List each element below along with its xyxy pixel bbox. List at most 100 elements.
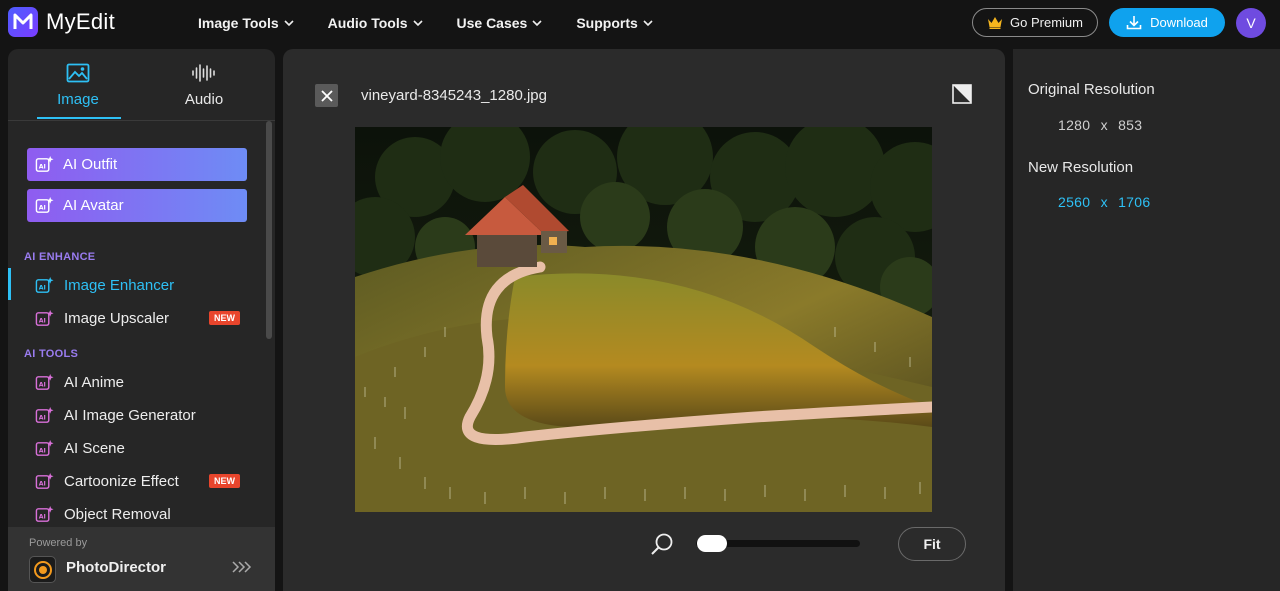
ai-sparkle-icon: AI xyxy=(35,196,54,213)
powered-by-label: Powered by xyxy=(29,537,88,549)
chevron-down-icon xyxy=(284,20,294,27)
sidebar-item-image-enhancer[interactable]: AI Image Enhancer xyxy=(8,270,266,300)
ai-outfit-label: AI Outfit xyxy=(63,156,118,173)
tab-audio[interactable]: Audio xyxy=(159,63,249,108)
close-icon xyxy=(320,89,333,102)
compare-button[interactable] xyxy=(951,83,973,110)
sidebar-item-label: Cartoonize Effect xyxy=(64,472,179,490)
sidebar-item-label: Image Enhancer xyxy=(64,276,175,294)
myedit-logo-icon xyxy=(8,7,38,37)
compare-icon xyxy=(952,84,972,104)
svg-text:AI: AI xyxy=(39,284,46,291)
ai-avatar-button[interactable]: AI AI Avatar xyxy=(27,189,247,222)
user-avatar[interactable]: V xyxy=(1236,8,1266,38)
sidebar-item-label: Object Removal xyxy=(64,505,171,523)
resolution-separator: x xyxy=(1100,117,1108,133)
powered-by-footer[interactable]: Powered by PhotoDirector xyxy=(8,527,275,591)
ai-outfit-button[interactable]: AI AI Outfit xyxy=(27,148,247,181)
nav-image-tools-label: Image Tools xyxy=(198,15,279,31)
sidebar-item-object-removal[interactable]: AI Object Removal xyxy=(8,499,266,529)
new-width: 2560 xyxy=(1058,194,1091,210)
new-badge: NEW xyxy=(209,311,240,325)
tab-image[interactable]: Image xyxy=(33,63,123,108)
sidebar-item-label: Image Upscaler xyxy=(64,309,170,327)
resolution-separator: x xyxy=(1100,194,1108,210)
ai-sparkle-icon: AI xyxy=(35,472,54,489)
nav-image-tools[interactable]: Image Tools xyxy=(198,15,294,31)
ai-sparkle-icon: AI xyxy=(35,505,54,522)
sidebar-item-label: AI Image Generator xyxy=(64,406,196,424)
top-navbar: MyEdit Image Tools Audio Tools Use Cases… xyxy=(0,0,1280,46)
search-icon xyxy=(651,533,673,555)
section-ai-enhance: AI ENHANCE xyxy=(24,251,96,263)
section-ai-tools: AI TOOLS xyxy=(24,348,79,360)
new-badge: NEW xyxy=(209,474,240,488)
new-height: 1706 xyxy=(1118,194,1151,210)
svg-text:AI: AI xyxy=(39,204,46,211)
svg-text:AI: AI xyxy=(39,513,46,520)
sidebar-item-ai-scene[interactable]: AI AI Scene xyxy=(8,433,266,463)
tab-audio-label: Audio xyxy=(184,91,224,108)
main-nav: Image Tools Audio Tools Use Cases Suppor… xyxy=(198,15,687,31)
nav-audio-tools[interactable]: Audio Tools xyxy=(328,15,423,31)
zoom-slider-thumb[interactable] xyxy=(697,535,727,552)
zoom-button[interactable] xyxy=(650,532,674,561)
vineyard-photo xyxy=(355,127,932,512)
ai-avatar-label: AI Avatar xyxy=(63,197,124,214)
svg-text:AI: AI xyxy=(39,381,46,388)
editor-canvas: vineyard-8345243_1280.jpg Fit xyxy=(283,49,1005,591)
tab-image-label: Image xyxy=(57,91,99,108)
ai-sparkle-icon: AI xyxy=(35,309,54,326)
sidebar-item-label: AI Scene xyxy=(64,439,125,457)
sidebar-item-label: AI Anime xyxy=(64,373,125,391)
ai-sparkle-icon: AI xyxy=(35,406,54,423)
nav-supports[interactable]: Supports xyxy=(576,15,653,31)
nav-use-cases[interactable]: Use Cases xyxy=(457,15,543,31)
original-width: 1280 xyxy=(1058,117,1091,133)
audio-waveform-icon xyxy=(192,64,215,82)
nav-supports-label: Supports xyxy=(576,15,638,31)
chevron-down-icon xyxy=(532,20,542,27)
svg-text:AI: AI xyxy=(39,447,46,454)
svg-text:AI: AI xyxy=(39,163,46,170)
sidebar-item-ai-anime[interactable]: AI AI Anime xyxy=(8,367,266,397)
svg-text:AI: AI xyxy=(39,414,46,421)
nav-use-cases-label: Use Cases xyxy=(456,15,528,31)
close-button[interactable] xyxy=(315,84,338,107)
go-premium-button[interactable]: Go Premium xyxy=(972,8,1098,37)
media-tabs: Image Audio xyxy=(8,49,275,121)
sidebar-scrollbar[interactable] xyxy=(266,121,272,339)
resolution-panel: Original Resolution 1280 x 853 New Resol… xyxy=(1013,49,1280,591)
photodirector-logo-icon xyxy=(29,556,56,583)
tool-sidebar: Image Audio AI AI Outfit AI AI Avatar AI… xyxy=(8,49,275,591)
ai-sparkle-icon: AI xyxy=(35,155,54,172)
app-name: MyEdit xyxy=(46,9,116,34)
go-premium-label: Go Premium xyxy=(1010,15,1083,30)
sidebar-item-ai-image-generator[interactable]: AI AI Image Generator xyxy=(8,400,266,430)
download-button[interactable]: Download xyxy=(1109,8,1225,37)
download-label: Download xyxy=(1150,15,1208,30)
active-tab-indicator xyxy=(37,117,121,119)
image-icon xyxy=(66,63,90,83)
svg-text:AI: AI xyxy=(39,317,46,324)
photodirector-name: PhotoDirector xyxy=(66,559,167,576)
ai-sparkle-icon: AI xyxy=(35,439,54,456)
app-logo[interactable]: MyEdit xyxy=(8,7,115,37)
new-resolution-label: New Resolution xyxy=(1028,159,1134,176)
chevron-down-icon xyxy=(412,20,423,27)
svg-text:AI: AI xyxy=(39,480,46,487)
file-name: vineyard-8345243_1280.jpg xyxy=(361,87,547,104)
fit-button[interactable]: Fit xyxy=(898,527,966,561)
panel-divider xyxy=(1005,49,1013,591)
new-resolution-value: 2560 x 1706 xyxy=(1058,194,1156,210)
nav-audio-tools-label: Audio Tools xyxy=(327,15,408,31)
chevron-down-icon xyxy=(643,20,653,27)
original-resolution-value: 1280 x 853 xyxy=(1058,117,1148,133)
download-icon xyxy=(1126,16,1142,30)
crown-icon xyxy=(988,17,1003,29)
original-resolution-label: Original Resolution xyxy=(1028,81,1155,98)
ai-sparkle-icon: AI xyxy=(35,373,54,390)
original-height: 853 xyxy=(1118,117,1143,133)
chevrons-right-icon xyxy=(232,561,252,573)
ai-sparkle-icon: AI xyxy=(35,276,54,293)
